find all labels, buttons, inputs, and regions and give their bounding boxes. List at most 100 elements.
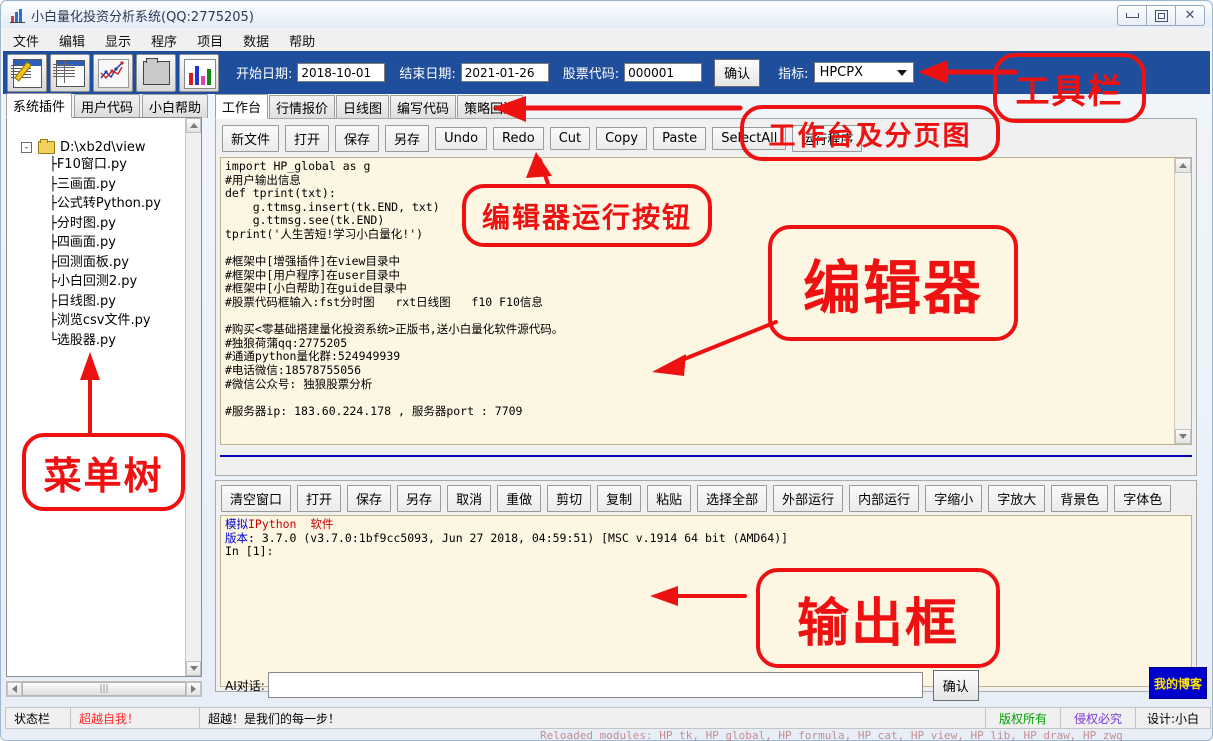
tree-item[interactable]: ├回测面板.py [7, 253, 186, 273]
tree-item-label: 选股器.py [56, 332, 116, 348]
tab-write-code[interactable]: 编写代码 [390, 95, 457, 119]
table-icon[interactable] [50, 53, 90, 92]
save-as-button[interactable]: 另存 [385, 125, 430, 152]
stock-code-input[interactable] [624, 63, 703, 82]
menu-edit[interactable]: 编辑 [49, 29, 95, 52]
start-date-input[interactable] [297, 63, 386, 82]
font-increase-button[interactable]: 字放大 [988, 485, 1046, 512]
window-controls: ✕ [1117, 5, 1205, 26]
tree-item[interactable]: ├日线图.py [7, 292, 186, 312]
menu-project[interactable]: 项目 [187, 29, 233, 52]
tree-item[interactable]: ├三画面.py [7, 175, 186, 195]
font-decrease-button[interactable]: 字缩小 [925, 485, 983, 512]
output-console[interactable]: 模拟IPython 软件 版本: 3.7.0 (v3.7.0:1bf9cc509… [220, 515, 1192, 687]
tree-branch-glyph: ├ [49, 313, 57, 328]
bar-chart-icon[interactable] [179, 53, 219, 92]
tree-item[interactable]: ├小白回测2.py [7, 272, 186, 292]
title-bar: 小白量化投资分析系统(QQ:2775205) ✕ [2, 2, 1211, 28]
scroll-left-arrow-icon[interactable] [7, 682, 22, 696]
tree-item[interactable]: ├公式转Python.py [7, 194, 186, 214]
scroll-right-arrow-icon[interactable] [186, 682, 201, 696]
tree-vertical-scrollbar[interactable] [185, 118, 201, 676]
window-frame: 小白量化投资分析系统(QQ:2775205) ✕ 文件 编辑 显示 程序 项目 … [0, 0, 1213, 741]
scroll-up-arrow-icon[interactable] [186, 118, 201, 133]
tree-horizontal-scrollbar[interactable]: ||| [6, 681, 202, 697]
end-date-input[interactable] [460, 63, 549, 82]
maximize-button[interactable] [1146, 5, 1176, 26]
new-document-icon[interactable] [7, 53, 47, 92]
open-button[interactable]: 打开 [297, 485, 342, 512]
status-message: 超越！是我们的每一步！ [199, 707, 986, 729]
open-button[interactable]: 打开 [285, 125, 330, 152]
menu-program[interactable]: 程序 [141, 29, 187, 52]
tree-item-label: 日线图.py [56, 293, 116, 309]
folder-icon[interactable] [136, 53, 176, 92]
paste-button[interactable]: Paste [653, 127, 707, 150]
tree-item[interactable]: ├浏览csv文件.py [7, 311, 186, 331]
redo-button[interactable]: Redo [493, 127, 544, 150]
redo-button[interactable]: 重做 [497, 485, 542, 512]
tree-item[interactable]: └选股器.py [7, 331, 186, 351]
tab-quotes[interactable]: 行情报价 [269, 95, 336, 119]
run-program-button[interactable]: 运行程序 [792, 125, 863, 152]
clear-window-button[interactable]: 清空窗口 [221, 485, 292, 512]
output-line1-suffix: 软件 [296, 517, 334, 531]
font-color-button[interactable]: 字体色 [1114, 485, 1172, 512]
right-panel: 工作台 行情报价 日线图 编写代码 策略回测 新文件 打开 保存 另存 Undo… [215, 94, 1211, 697]
copy-button[interactable]: 复制 [597, 485, 642, 512]
cancel-button[interactable]: 取消 [447, 485, 492, 512]
tree-branch-glyph: ├ [49, 157, 57, 172]
status-label: 状态栏 [5, 707, 71, 729]
tab-system-plugins[interactable]: 系统插件 [6, 93, 73, 118]
copy-button[interactable]: Copy [596, 127, 648, 150]
scroll-down-arrow-icon[interactable] [1175, 429, 1191, 444]
tree-item[interactable]: ├F10窗口.py [7, 155, 186, 175]
tree-item[interactable]: ├分时图.py [7, 214, 186, 234]
tab-user-code[interactable]: 用户代码 [74, 94, 141, 118]
my-blog-button[interactable]: 我的博客 [1149, 667, 1207, 699]
collapse-icon[interactable]: - [21, 142, 32, 153]
save-button[interactable]: 保存 [347, 485, 392, 512]
scroll-thumb[interactable]: ||| [22, 682, 186, 696]
ai-confirm-button[interactable]: 确认 [932, 669, 979, 701]
external-run-button[interactable]: 外部运行 [773, 485, 844, 512]
save-as-button[interactable]: 另存 [397, 485, 442, 512]
scroll-up-arrow-icon[interactable] [1175, 158, 1191, 173]
ai-dialog-input[interactable] [267, 672, 923, 698]
select-all-button[interactable]: 选择全部 [697, 485, 768, 512]
tree-item-label: 小白回测2.py [56, 274, 138, 289]
ai-dialog-bar: AI对话: 确认 我的博客 [215, 666, 1211, 704]
select-all-button[interactable]: SelectAll [712, 127, 787, 150]
editor-divider [220, 455, 1192, 457]
tab-strategy-backtest[interactable]: 策略回测 [457, 95, 524, 119]
stock-code-label: 股票代码: [562, 67, 620, 82]
menu-data[interactable]: 数据 [233, 29, 279, 52]
editor-vertical-scrollbar[interactable] [1174, 158, 1191, 444]
new-file-button[interactable]: 新文件 [222, 125, 280, 152]
tab-workbench[interactable]: 工作台 [215, 94, 269, 119]
cut-button[interactable]: Cut [549, 127, 591, 150]
left-tab-bar: 系统插件 用户代码 小白帮助 [6, 93, 212, 118]
window-title: 小白量化投资分析系统(QQ:2775205) [31, 9, 254, 25]
background-color-button[interactable]: 背景色 [1051, 485, 1109, 512]
save-button[interactable]: 保存 [335, 125, 380, 152]
internal-run-button[interactable]: 内部运行 [849, 485, 920, 512]
minimize-button[interactable] [1117, 5, 1147, 26]
cut-button[interactable]: 剪切 [547, 485, 592, 512]
code-editor[interactable]: import HP_global as g #用户输出信息 def tprint… [220, 157, 1192, 445]
menu-file[interactable]: 文件 [3, 29, 49, 52]
menu-help[interactable]: 帮助 [279, 29, 325, 52]
paste-button[interactable]: 粘贴 [647, 485, 692, 512]
scroll-down-arrow-icon[interactable] [186, 661, 201, 676]
close-button[interactable]: ✕ [1175, 5, 1205, 26]
confirm-button[interactable]: 确认 [714, 58, 761, 87]
menu-view[interactable]: 显示 [95, 29, 141, 52]
tab-xiaobai-help[interactable]: 小白帮助 [142, 94, 209, 118]
tree-root-node[interactable]: - D:\xb2d\view [7, 139, 186, 155]
tab-daily-chart[interactable]: 日线图 [336, 95, 390, 119]
tree-item[interactable]: ├四画面.py [7, 233, 186, 253]
line-chart-icon[interactable] [93, 53, 133, 92]
indicator-select[interactable]: HPCPX [813, 62, 914, 83]
undo-button[interactable]: Undo [435, 127, 488, 150]
code-editor-text[interactable]: import HP_global as g #用户输出信息 def tprint… [225, 159, 1174, 444]
